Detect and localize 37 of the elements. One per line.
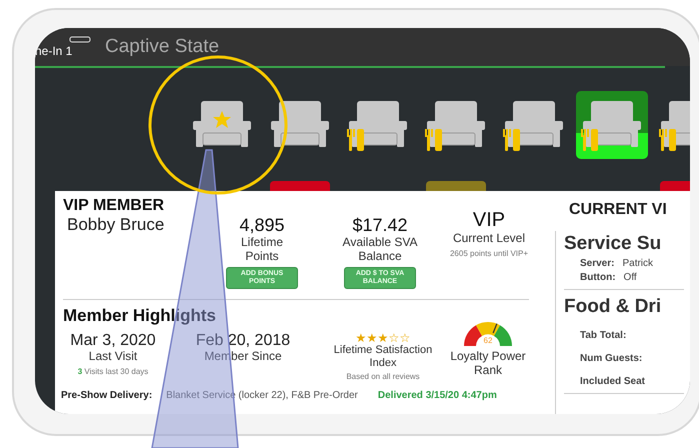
stat-label: Lifetime Satisfaction Index [333,344,433,370]
stat-label: Member Since [204,350,282,364]
field-label: Included Seat [580,376,646,387]
section-title: Service Su [564,233,662,255]
stat-value: VIP [472,209,506,232]
member-name: Bobby Bruce [67,215,166,235]
delivery-status: Delivered 3/15/20 4:47pm [378,390,497,401]
stat-note: 2605 points until VIP+ [450,248,528,258]
field-label: Button: [580,272,616,283]
stat-value: 4,895 [239,215,285,236]
stat-label: Last Visit [88,350,138,364]
member-since-date: Feb 20, 2018 [196,332,290,350]
star-icon: ★ [378,332,388,344]
star-icon: ★ [366,332,378,344]
field-value: Blanket Service (locker 22), F&B Pre-Order [166,390,358,401]
section-heading: CURRENT VI [569,201,668,219]
stat-label: Available SVA Balance [342,236,418,264]
field-label: Server: [580,258,614,269]
star-icon: ☆ [400,332,410,344]
gauge-reading: 62 [484,336,492,345]
visits-note: 3 Visits last 30 days [78,366,148,376]
member-tier-heading: VIP MEMBER [63,197,166,215]
star-icon: ★ [356,332,366,344]
field-value: Off [624,272,637,283]
field-label: Num Guests: [580,353,642,364]
stat-label: Loyalty Power Rank [449,350,527,378]
stat-label: Current Level [452,232,526,246]
stat-label: Lifetime Points [240,236,284,264]
field-label: Tab Total: [580,330,626,341]
field-value: Patrick [622,258,654,269]
stat-note: Based on all reviews [346,372,420,382]
section-title: Food & Dri [564,296,662,318]
stat-value: $17.42 [352,215,408,236]
last-visit-date: Mar 3, 2020 [70,332,156,350]
show-title: Captive State [105,36,220,58]
field-label: Pre-Show Delivery: [61,390,152,401]
star-icon: ☆ [388,332,400,344]
